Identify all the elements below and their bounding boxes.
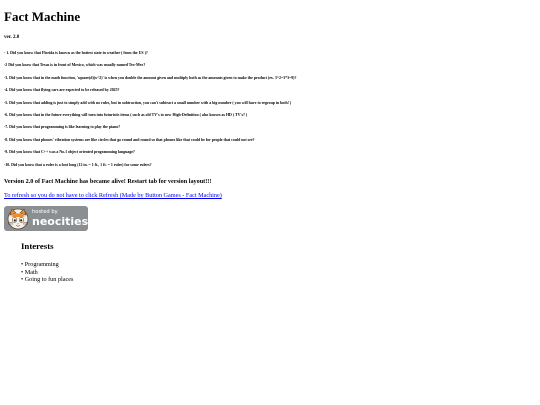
fact-item: -8. Did you know that phones' vibration … xyxy=(4,137,255,142)
refresh-link[interactable]: To refresh so you do not have to click R… xyxy=(4,192,222,199)
fact-item: -3. Did you know that in the math functi… xyxy=(4,75,297,80)
version-announcement: Version 2.0 of Fact Machine has became a… xyxy=(4,178,212,185)
fact-item: -7. Did you know that programming is lik… xyxy=(4,125,121,130)
interest-item: • Math xyxy=(21,268,38,276)
badge-brand-text: neocities xyxy=(32,215,88,228)
version-label: ver. 2.0 xyxy=(4,35,20,40)
fact-item: - 1. Did you know that Florida is known … xyxy=(4,51,148,55)
interest-item: • Programming xyxy=(21,261,59,268)
fact-item: -6. Did you know that in the future ever… xyxy=(4,112,248,117)
fact-item: -10. Did you know that a ruler is a foot… xyxy=(4,162,152,167)
interests-heading: Interests xyxy=(21,241,54,251)
interest-item: • Going to fun places xyxy=(21,276,74,284)
facts-list: - 1. Did you know that Florida is known … xyxy=(4,51,296,175)
fact-item: -2 Did you know that Texas is in front o… xyxy=(4,63,146,68)
fact-item: -5. Did you know that adding is just to … xyxy=(4,100,292,105)
interest-label: Math xyxy=(24,268,38,276)
interest-label: Programming xyxy=(24,261,59,268)
page-title: Fact Machine xyxy=(4,9,81,24)
interests-list: • Programming • Math • Going to fun plac… xyxy=(21,261,73,284)
neocities-cat-icon xyxy=(7,208,29,230)
fact-item: -9. Did you know that C++ was a No.1 obj… xyxy=(4,150,135,155)
fact-item: -4. Did you know that flying cars are ex… xyxy=(4,88,120,93)
neocities-badge[interactable]: hosted by neocities xyxy=(4,206,88,231)
interest-label: Going to fun places xyxy=(24,276,74,284)
